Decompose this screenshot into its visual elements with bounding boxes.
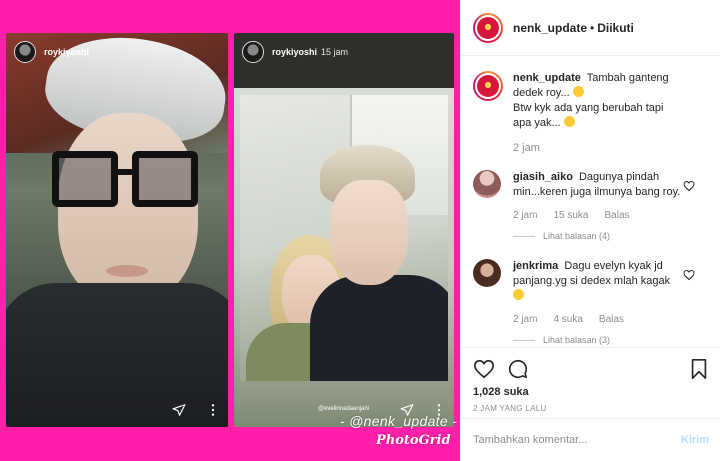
person-lips [106,265,148,277]
comment-time[interactable]: 2 jam [513,314,537,325]
sunglasses [52,151,202,209]
story-time: 23 jam [93,47,121,57]
story-avatar [242,41,264,63]
comment-username[interactable]: jenkrima [513,260,558,272]
comment-item: jenkrima Dagu evelyn kyak jd panjang.yg … [473,259,709,345]
heart-eyes-emoji-icon [572,86,584,97]
comment-username[interactable]: giasih_aiko [513,171,573,183]
story-header: roykiyoshi 15 jam [242,41,348,63]
post-time-ago: 2 JAM YANG LALU [473,404,547,413]
story-username: roykiyoshi 23 jam [44,47,121,57]
view-replies-label: Lihat balasan (4) [543,231,611,241]
reply-button[interactable]: Balas [599,314,624,325]
photogrid-logo: PhotoGrid [376,433,451,448]
post-header: nenk_update • Diikuti [461,0,720,56]
watermark-text: - @nenk_update - [340,413,458,429]
view-replies-button[interactable]: Lihat balasan (4) [513,231,683,241]
header-username[interactable]: nenk_update [513,21,587,35]
caption-line-2: Btw kyk ada yang berubah tapi apa yak... [513,102,664,129]
more-vertical-icon [211,404,215,416]
comment-meta: 2 jam 15 suka Balas [513,210,683,221]
post-actions: 1,028 suka 2 JAM YANG LALU [461,347,720,417]
avatar[interactable] [473,170,501,198]
story-avatar [14,41,36,63]
heart-icon[interactable] [683,269,695,281]
man-face [330,180,408,285]
man-coat [310,275,448,381]
comment-likes[interactable]: 4 suka [553,314,582,325]
like-heart-icon[interactable] [473,358,495,380]
comment-time[interactable]: 2 jam [513,210,537,221]
comment-meta: 2 jam 4 suka Balas [513,314,683,325]
grinning-sweat-emoji-icon [513,289,524,300]
avatar[interactable] [473,71,503,101]
story-mention-tag: @evelinnadaanjani [318,406,370,412]
follow-status-button[interactable]: Diikuti [597,21,634,35]
heart-icon[interactable] [683,180,695,192]
story-header: roykiyoshi 23 jam [14,41,120,63]
story-screenshot-1: roykiyoshi 23 jam [6,33,228,427]
add-comment-bar: Kirim [461,418,720,461]
avatar[interactable] [473,12,503,43]
avatar-image [477,16,499,39]
caption-username[interactable]: nenk_update [513,72,581,84]
person-shirt [6,283,228,427]
post-comment-button[interactable]: Kirim [681,434,709,446]
thinking-emoji-icon [563,116,575,127]
separator-dot: • [590,20,595,35]
view-replies-label: Lihat balasan (3) [543,335,611,345]
avatar[interactable] [473,259,501,287]
divider-line [513,339,535,341]
caption-text: nenk_update Tambah ganteng dedek roy... … [513,71,683,131]
post-image-collage[interactable]: roykiyoshi 23 jam roykiyoshi 15 jam @eveli… [0,0,460,461]
comment-input[interactable] [473,434,681,446]
caption: nenk_update Tambah ganteng dedek roy... … [473,71,709,154]
view-replies-button[interactable]: Lihat balasan (3) [513,335,683,345]
comment-likes[interactable]: 15 suka [553,210,588,221]
likes-count[interactable]: 1,028 suka [473,386,709,398]
post-side-panel: nenk_update • Diikuti nenk_update Tambah… [460,0,720,461]
story-time: 15 jam [321,47,349,57]
comment-text: giasih_aiko Dagunya pindah min...keren j… [513,170,683,200]
divider-line [513,235,535,237]
avatar-image [477,75,499,97]
story-photo [240,95,448,381]
caption-time[interactable]: 2 jam [513,142,683,154]
comment-icon[interactable] [507,358,529,380]
comment-text: jenkrima Dagu evelyn kyak jd panjang.yg … [513,259,683,304]
story-username: roykiyoshi 15 jam [272,47,349,57]
comment-item: giasih_aiko Dagunya pindah min...keren j… [473,170,709,241]
send-icon [172,404,186,416]
bookmark-icon[interactable] [689,358,709,380]
reply-button[interactable]: Balas [604,210,629,221]
comments-list[interactable]: nenk_update Tambah ganteng dedek roy... … [461,57,720,347]
story-screenshot-2: roykiyoshi 15 jam @evelinnadaanjani [234,33,454,427]
